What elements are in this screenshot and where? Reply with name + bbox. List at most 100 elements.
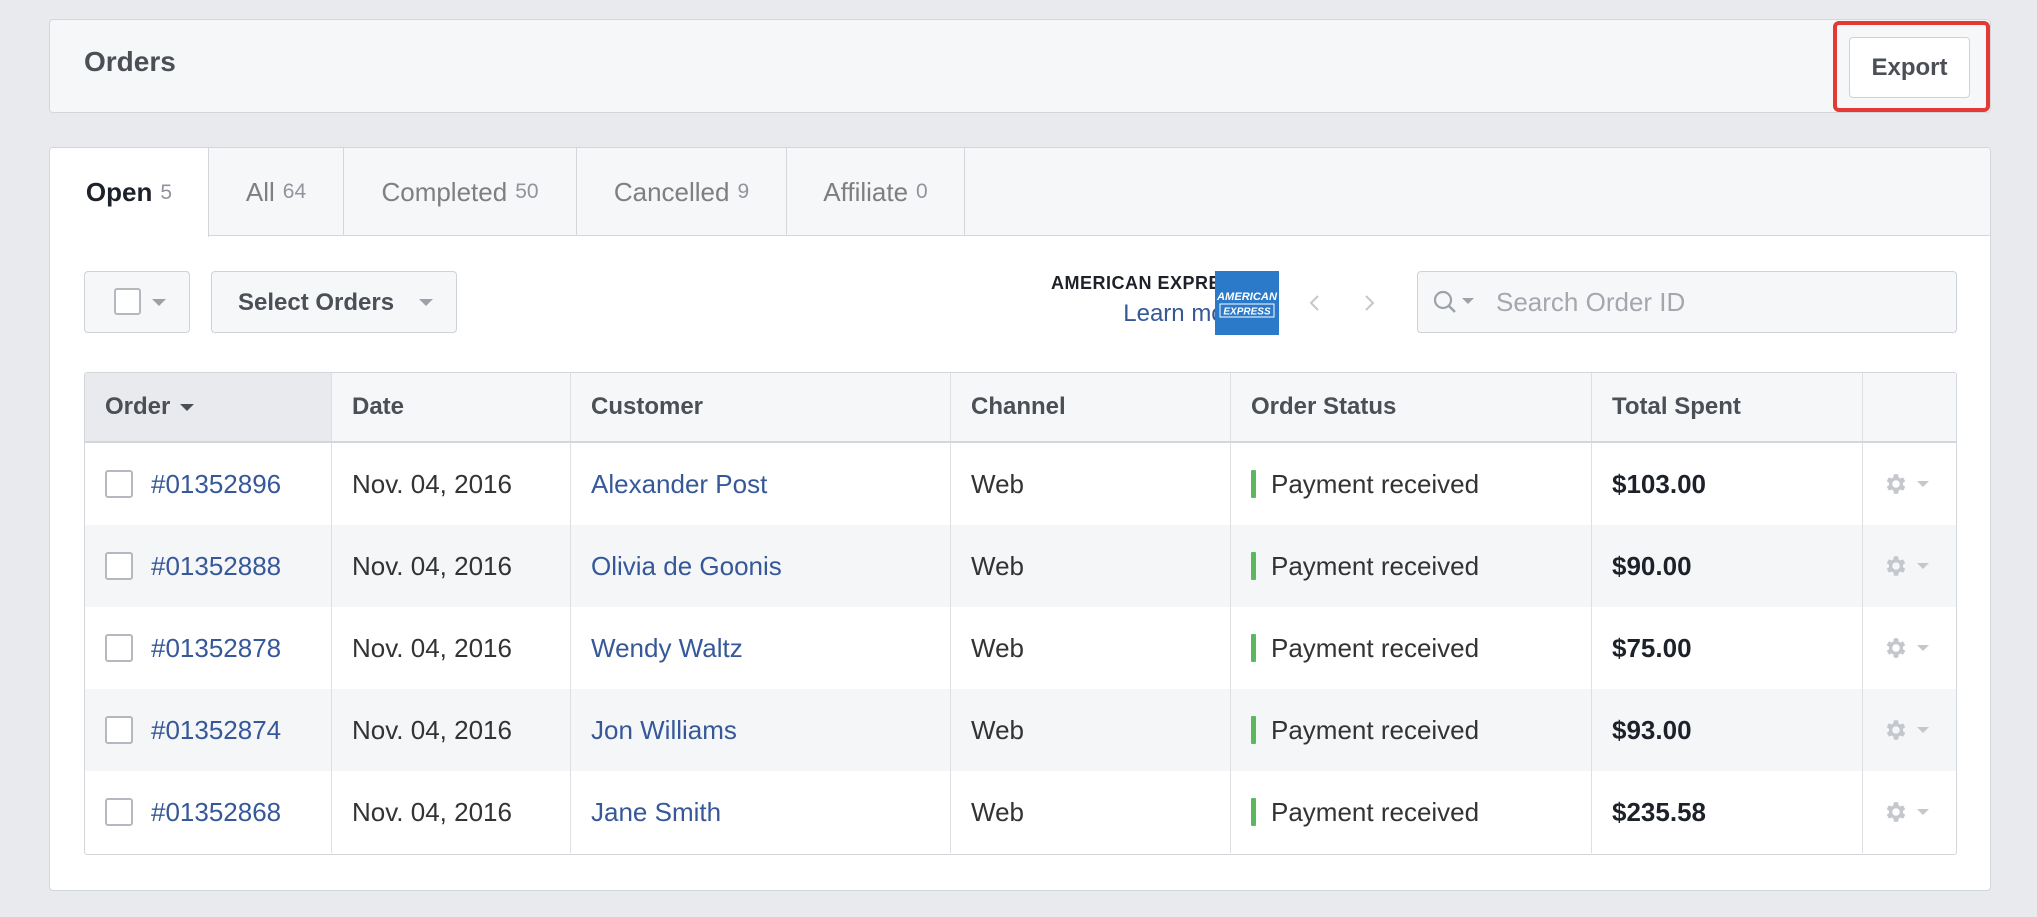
order-channel: Web <box>971 632 1024 663</box>
search-icon[interactable] <box>1432 289 1482 317</box>
previous-page-button[interactable] <box>1299 286 1329 320</box>
table-row[interactable]: #01352868 Nov. 04, 2016 Jane Smith Web P… <box>85 771 1956 853</box>
row-checkbox[interactable] <box>105 716 133 744</box>
amex-promo: AMERICAN EXPRESS Learn more <box>1010 273 1246 328</box>
table-row[interactable]: #01352896 Nov. 04, 2016 Alexander Post W… <box>85 443 1956 525</box>
tab-count: 9 <box>737 180 750 203</box>
tab-count: 50 <box>515 180 539 203</box>
row-checkbox[interactable] <box>105 470 133 498</box>
tab-count: 5 <box>160 180 173 204</box>
column-header-customer[interactable]: Customer <box>571 373 951 441</box>
chevron-down-icon <box>1917 809 1929 815</box>
chevron-down-icon <box>1917 481 1929 487</box>
column-header-order-status[interactable]: Order Status <box>1231 373 1592 441</box>
tab-count: 64 <box>282 180 307 203</box>
page-title: Orders <box>84 46 176 77</box>
order-channel: Web <box>971 468 1024 499</box>
status-indicator <box>1251 552 1256 580</box>
tab-label: Cancelled <box>613 176 730 207</box>
customer-link[interactable]: Wendy Waltz <box>591 633 743 664</box>
gear-icon <box>1886 638 1906 658</box>
total-spent: $93.00 <box>1612 714 1692 745</box>
column-label: Order <box>105 393 171 420</box>
search-box <box>1417 271 1957 333</box>
order-number-link[interactable]: #01352868 <box>151 797 281 828</box>
order-status: Payment received <box>1271 714 1480 745</box>
page-header: Orders <box>49 19 1991 113</box>
tab-completed[interactable]: Completed 50 <box>344 148 577 236</box>
table-row[interactable]: #01352888 Nov. 04, 2016 Olivia de Goonis… <box>85 525 1956 607</box>
chevron-down-icon <box>1917 727 1929 733</box>
gear-icon <box>1886 802 1906 822</box>
tab-all[interactable]: All 64 <box>209 148 344 236</box>
column-label: Customer <box>591 393 704 420</box>
select-all-dropdown[interactable] <box>84 271 190 333</box>
tabs-bar: Open 5 All 64 Completed 50 Cancelled 9 A… <box>50 148 1990 237</box>
column-header-channel[interactable]: Channel <box>951 373 1231 441</box>
order-channel: Web <box>971 550 1024 581</box>
table-header: Order Date Customer Channel Order Status… <box>85 373 1956 443</box>
select-orders-button[interactable]: Select Orders <box>211 271 457 333</box>
status-indicator <box>1251 470 1256 498</box>
row-checkbox[interactable] <box>105 552 133 580</box>
amex-logo-icon: AMERICAN EXPRESS <box>1215 271 1279 335</box>
row-checkbox[interactable] <box>105 634 133 662</box>
gear-icon <box>1886 556 1906 576</box>
order-date: Nov. 04, 2016 <box>352 796 512 827</box>
row-actions-menu[interactable] <box>1883 799 1929 825</box>
customer-link[interactable]: Olivia de Goonis <box>591 551 782 582</box>
next-page-button[interactable] <box>1355 286 1385 320</box>
tab-cancelled[interactable]: Cancelled 9 <box>577 148 787 236</box>
amex-logo[interactable]: AMERICAN EXPRESS <box>1215 271 1279 335</box>
column-header-total-spent[interactable]: Total Spent <box>1592 373 1863 441</box>
table-row[interactable]: #01352878 Nov. 04, 2016 Wendy Waltz Web … <box>85 607 1956 689</box>
customer-link[interactable]: Jon Williams <box>591 715 737 746</box>
column-label: Channel <box>971 393 1066 420</box>
order-status: Payment received <box>1271 550 1480 581</box>
status-indicator <box>1251 634 1256 662</box>
order-date: Nov. 04, 2016 <box>352 550 512 581</box>
row-checkbox[interactable] <box>105 798 133 826</box>
search-input[interactable] <box>1496 286 1936 318</box>
export-button[interactable]: Export <box>1849 37 1970 98</box>
gear-icon <box>1886 720 1906 740</box>
amex-learn-more-link[interactable]: Learn more <box>1010 300 1246 328</box>
column-header-order[interactable]: Order <box>85 373 332 441</box>
chevron-left-icon <box>1309 295 1319 311</box>
row-actions-menu[interactable] <box>1883 471 1929 497</box>
tab-open[interactable]: Open 5 <box>50 148 209 237</box>
order-number-link[interactable]: #01352874 <box>151 715 281 746</box>
column-label: Total Spent <box>1612 393 1741 420</box>
total-spent: $235.58 <box>1612 796 1706 827</box>
order-number-link[interactable]: #01352896 <box>151 469 281 500</box>
select-all-checkbox[interactable] <box>114 288 141 315</box>
column-header-date[interactable]: Date <box>332 373 571 441</box>
row-actions-menu[interactable] <box>1883 717 1929 743</box>
row-actions-menu[interactable] <box>1883 553 1929 579</box>
column-header-actions <box>1863 373 1956 441</box>
chevron-right-icon <box>1365 295 1375 311</box>
order-date: Nov. 04, 2016 <box>352 714 512 745</box>
tab-affiliate[interactable]: Affiliate 0 <box>787 148 965 236</box>
order-channel: Web <box>971 796 1024 827</box>
order-status: Payment received <box>1271 632 1480 663</box>
order-status: Payment received <box>1271 468 1480 499</box>
chevron-down-icon <box>1917 645 1929 651</box>
status-indicator <box>1251 798 1256 826</box>
tab-label: Open <box>85 177 153 207</box>
gear-icon <box>1886 474 1906 494</box>
column-label: Order Status <box>1251 393 1397 420</box>
customer-link[interactable]: Alexander Post <box>591 469 767 500</box>
amex-brand-name: AMERICAN EXPRESS <box>1050 273 1246 293</box>
order-number-link[interactable]: #01352878 <box>151 633 281 664</box>
row-actions-menu[interactable] <box>1883 635 1929 661</box>
table-row[interactable]: #01352874 Nov. 04, 2016 Jon Williams Web… <box>85 689 1956 771</box>
order-status: Payment received <box>1271 796 1480 827</box>
customer-link[interactable]: Jane Smith <box>591 797 721 828</box>
total-spent: $75.00 <box>1612 632 1692 663</box>
order-channel: Web <box>971 714 1024 745</box>
tab-label: Affiliate <box>823 176 909 207</box>
orders-table: Order Date Customer Channel Order Status… <box>84 372 1957 855</box>
order-number-link[interactable]: #01352888 <box>151 551 281 582</box>
chevron-down-icon <box>152 299 166 306</box>
